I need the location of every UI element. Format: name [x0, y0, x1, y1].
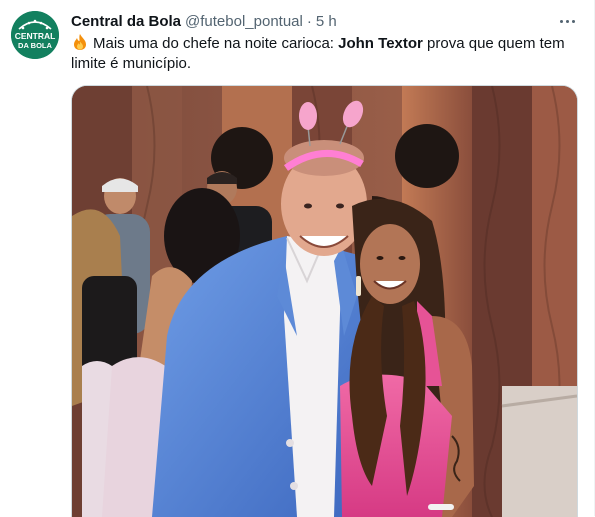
more-dot — [571, 19, 575, 23]
central-da-bola-logo: CENTRAL DA BOLA — [11, 11, 59, 59]
more-options-icon[interactable] — [555, 11, 579, 31]
tweet-photo[interactable] — [71, 85, 578, 517]
more-dot — [559, 19, 563, 23]
avatar-text-line1: CENTRAL — [15, 31, 56, 41]
more-dot — [565, 19, 569, 23]
tweet-text: Mais uma do chefe na noite carioca: John… — [71, 33, 571, 74]
author-handle[interactable]: @futebol_pontual — [185, 13, 303, 30]
party-photo — [72, 86, 577, 517]
author-name[interactable]: Central da Bola — [71, 13, 181, 30]
tweet-header: Central da Bola @futebol_pontual · 5 h — [71, 10, 337, 32]
avatar[interactable]: CENTRAL DA BOLA — [11, 11, 59, 59]
fire-emoji-icon — [74, 34, 86, 50]
separator-dot: · — [306, 12, 312, 30]
tweet-text-part1: Mais uma do chefe na noite carioca: — [93, 35, 339, 52]
avatar-text-line2: DA BOLA — [18, 41, 52, 50]
timestamp[interactable]: 5 h — [316, 13, 337, 30]
tweet-text-bold-name: John Textor — [338, 35, 423, 52]
